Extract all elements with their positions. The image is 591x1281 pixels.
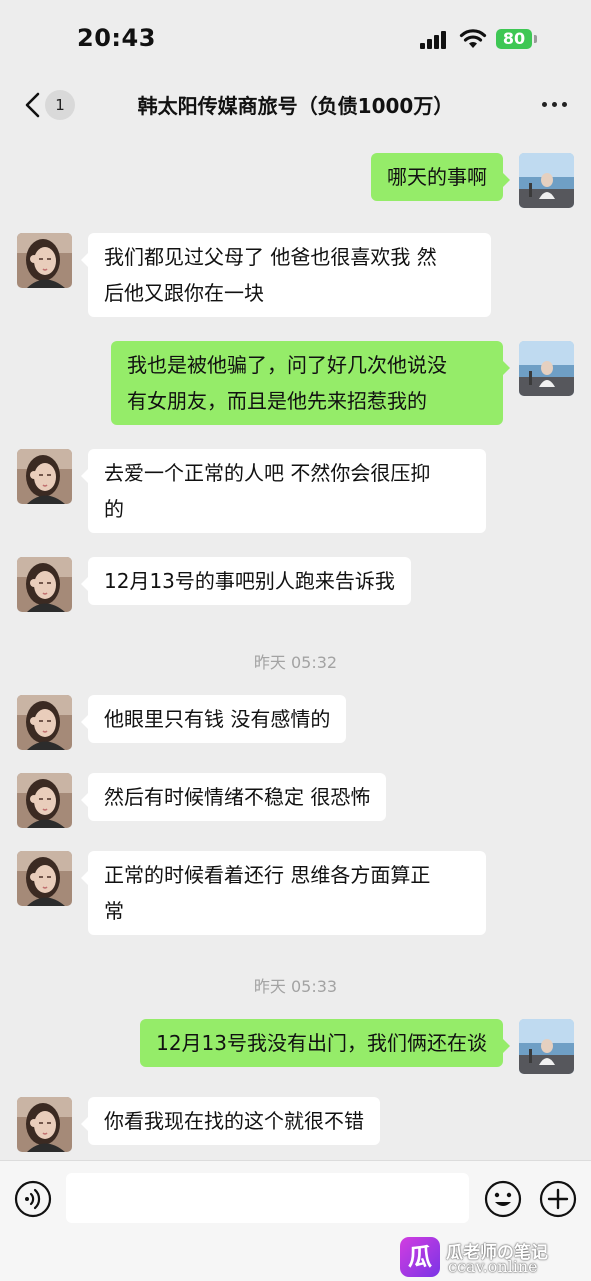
cellular-signal-icon xyxy=(420,31,448,49)
message-line: 我也是被他骗了，问了好几次他说没 xyxy=(127,353,447,377)
watermark-url: ccav.online xyxy=(448,1257,538,1276)
incoming-message-bubble[interactable]: 正常的时候看着还行 思维各方面算正 常 xyxy=(81,851,486,935)
outgoing-message-bubble[interactable]: 哪天的事啊 xyxy=(371,153,510,201)
contact-avatar[interactable] xyxy=(17,1097,72,1152)
message-line: 后他又跟你在一块 xyxy=(104,281,264,305)
contact-avatar[interactable] xyxy=(17,557,72,612)
chat-title: 韩太阳传媒商旅号（负债1000万） xyxy=(137,94,454,118)
outgoing-message-bubble[interactable]: 12月13号我没有出门，我们俩还在谈 xyxy=(140,1019,510,1067)
chat-message-list[interactable]: 哪天的事啊 我们都见过父母了 他爸也很喜欢我 然 后他又跟你在一块 我也是被他骗… xyxy=(0,134,591,1160)
watermark-logo: 瓜 xyxy=(400,1237,440,1277)
message-timestamp: 昨天 05:33 xyxy=(253,977,338,996)
self-avatar[interactable] xyxy=(519,1019,574,1074)
outgoing-message-bubble[interactable]: 我也是被他骗了，问了好几次他说没 有女朋友，而且是他先来招惹我的 xyxy=(111,341,510,425)
status-time: 20:43 xyxy=(77,24,156,52)
contact-avatar[interactable] xyxy=(17,773,72,828)
message-line: 的 xyxy=(104,497,124,521)
watermark: 瓜 瓜老师の笔记 ccav.online xyxy=(400,1237,580,1277)
plus-icon[interactable] xyxy=(539,1180,577,1218)
message-line: 有女朋友，而且是他先来招惹我的 xyxy=(127,389,427,413)
self-avatar[interactable] xyxy=(519,341,574,396)
incoming-message-bubble[interactable]: 你看我现在找的这个就很不错 xyxy=(81,1097,380,1145)
contact-avatar[interactable] xyxy=(17,695,72,750)
battery-indicator: 80 xyxy=(496,29,532,49)
status-bar: 20:43 80 xyxy=(0,0,591,78)
incoming-message-bubble[interactable]: 他眼里只有钱 没有感情的 xyxy=(80,695,347,743)
message-line: 去爱一个正常的人吧 不然你会很压抑 xyxy=(104,461,431,485)
incoming-message-bubble[interactable]: 我们都见过父母了 他爸也很喜欢我 然 后他又跟你在一块 xyxy=(81,233,491,317)
contact-avatar[interactable] xyxy=(17,449,72,504)
incoming-message-bubble[interactable]: 去爱一个正常的人吧 不然你会很压抑 的 xyxy=(81,449,486,533)
chat-header: 1 韩太阳传媒商旅号（负债1000万） xyxy=(0,78,591,134)
contact-avatar[interactable] xyxy=(17,851,72,906)
wifi-icon xyxy=(459,29,487,48)
incoming-message-bubble[interactable]: 12月13号的事吧别人跑来告诉我 xyxy=(81,557,411,605)
message-line: 我们都见过父母了 他爸也很喜欢我 然 xyxy=(104,245,437,269)
voice-icon[interactable] xyxy=(14,1180,52,1218)
incoming-message-bubble[interactable]: 然后有时候情绪不稳定 很恐怖 xyxy=(80,773,387,821)
message-line: 常 xyxy=(104,899,124,923)
contact-avatar[interactable] xyxy=(17,233,72,288)
chevron-left-icon[interactable] xyxy=(18,88,48,122)
self-avatar[interactable] xyxy=(519,153,574,208)
message-line: 正常的时候看着还行 思维各方面算正 xyxy=(104,863,431,887)
unread-count-badge[interactable]: 1 xyxy=(45,90,75,120)
message-input[interactable] xyxy=(66,1173,469,1223)
more-dots-icon[interactable] xyxy=(540,92,570,116)
message-timestamp: 昨天 05:32 xyxy=(253,653,338,672)
battery-tip xyxy=(534,35,537,43)
emoji-icon[interactable] xyxy=(484,1180,522,1218)
